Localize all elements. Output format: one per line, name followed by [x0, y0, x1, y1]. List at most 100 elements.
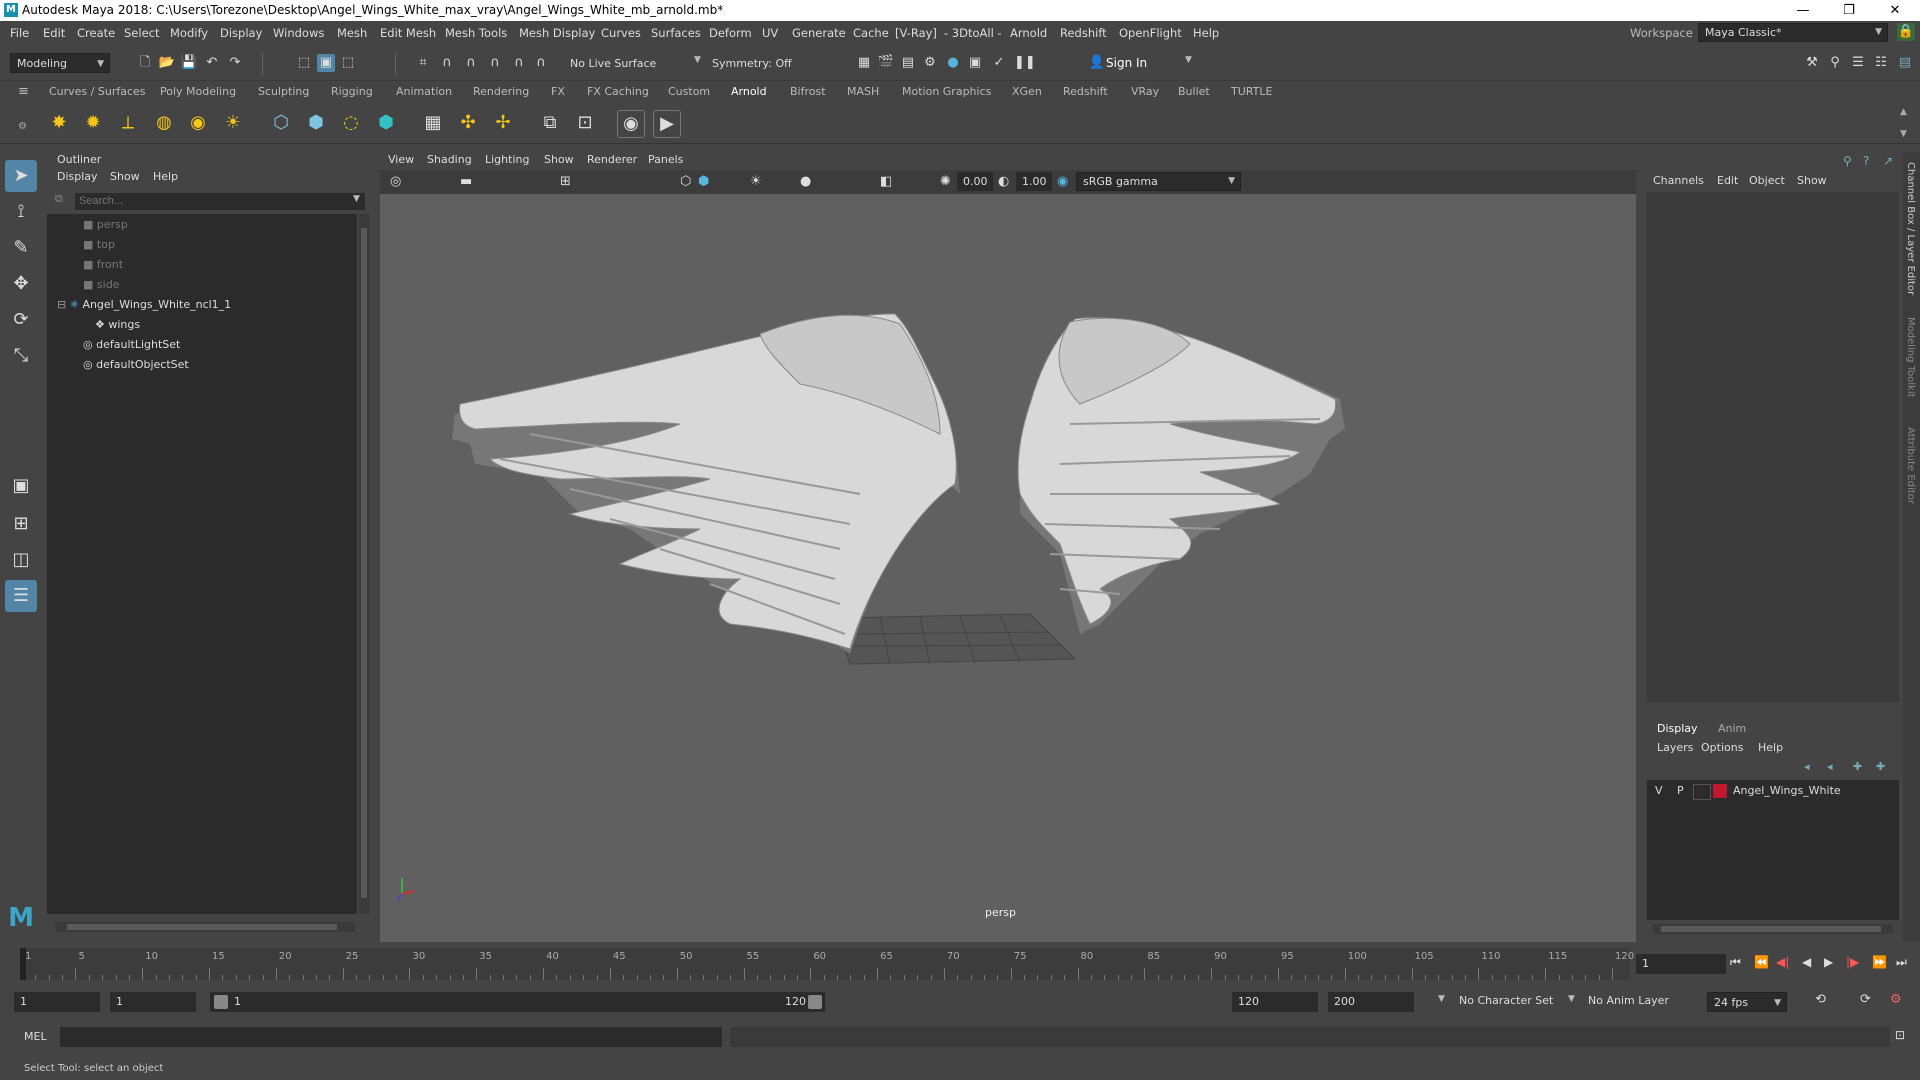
- physical-sky-icon[interactable]: ☀: [220, 110, 246, 136]
- move-layer-up-icon[interactable]: ◂: [1804, 760, 1810, 773]
- layer-tab-anim[interactable]: Anim: [1718, 722, 1746, 735]
- license-icon[interactable]: ⧉: [537, 110, 563, 136]
- grid-icon[interactable]: ⊞: [560, 174, 571, 189]
- viewport-menu-lighting[interactable]: Lighting: [485, 153, 529, 166]
- wings-mesh[interactable]: [452, 313, 1345, 654]
- new-layer-icon[interactable]: ✚: [1853, 760, 1862, 773]
- snap-grid-icon[interactable]: ⌗: [414, 54, 432, 72]
- minimize-button[interactable]: —: [1780, 0, 1826, 21]
- step-back-frame-icon[interactable]: ◀|: [1776, 955, 1789, 969]
- command-language-label[interactable]: MEL: [24, 1030, 47, 1043]
- side-tab-attribute-editor[interactable]: Attribute Editor: [1905, 427, 1916, 504]
- smooth-shade-icon[interactable]: ⬢: [698, 174, 709, 189]
- channel-box-icon[interactable]: ⚲: [1843, 154, 1852, 168]
- snap-surface-icon[interactable]: ∩: [486, 54, 504, 72]
- step-forward-key-icon[interactable]: ⏩: [1872, 955, 1887, 969]
- menu-curves[interactable]: Curves: [601, 26, 641, 40]
- gamma-icon[interactable]: ◐: [998, 174, 1009, 189]
- select-component-icon[interactable]: ⬚: [339, 54, 357, 72]
- paint-select-icon[interactable]: ✎: [5, 232, 37, 264]
- light-portal-icon[interactable]: ◉: [185, 110, 211, 136]
- start-time-field[interactable]: 1: [14, 992, 100, 1012]
- mesh-light-icon[interactable]: ✹: [80, 110, 106, 136]
- menu-vray[interactable]: [V-Ray]: [895, 26, 937, 40]
- tab-curves-surfaces[interactable]: Curves / Surfaces: [49, 85, 146, 98]
- play-backward-icon[interactable]: ◀: [1802, 955, 1811, 969]
- tab-arnold[interactable]: Arnold: [731, 85, 767, 98]
- scroll-up-icon[interactable]: ▲: [1900, 107, 1907, 117]
- menu-edit-mesh[interactable]: Edit Mesh: [380, 26, 436, 40]
- outliner-menu-display[interactable]: Display: [57, 170, 98, 183]
- arnold-render-icon[interactable]: ▣: [966, 54, 984, 72]
- menu-mesh[interactable]: Mesh: [337, 26, 367, 40]
- collapse-icon[interactable]: ⊟: [57, 298, 66, 311]
- layer-tab-display[interactable]: Display: [1657, 722, 1698, 735]
- current-frame-field[interactable]: 1: [1636, 954, 1726, 974]
- menu-openflight[interactable]: OpenFlight: [1119, 26, 1182, 40]
- human-ik-icon[interactable]: ⚲: [1826, 54, 1844, 72]
- color-space-dropdown[interactable]: sRGB gamma ▼: [1076, 172, 1241, 191]
- menu-edit[interactable]: Edit: [43, 26, 65, 40]
- layer-hscrollbar[interactable]: [1653, 924, 1893, 934]
- tool-settings-icon[interactable]: ☷: [1872, 54, 1890, 72]
- tab-poly-modeling[interactable]: Poly Modeling: [160, 85, 236, 98]
- close-button[interactable]: ✕: [1872, 0, 1918, 21]
- play-forward-icon[interactable]: ▶: [1824, 955, 1833, 969]
- ipr-render-icon[interactable]: ▤: [899, 54, 917, 72]
- standin-icon[interactable]: ⬡: [268, 110, 294, 136]
- chevron-down-icon[interactable]: ▼: [353, 194, 360, 204]
- layer-playback-toggle[interactable]: P: [1677, 784, 1684, 797]
- gamma-field[interactable]: 1.00: [1016, 172, 1052, 191]
- select-tool-icon[interactable]: ➤: [5, 160, 37, 192]
- save-scene-icon[interactable]: 💾: [180, 54, 198, 72]
- tab-turtle[interactable]: TURTLE: [1231, 85, 1272, 98]
- anim-prefs-icon[interactable]: ⚙: [1890, 992, 1902, 1007]
- viewport-menu-shading[interactable]: Shading: [427, 153, 472, 166]
- render-view-icon[interactable]: ▦: [855, 54, 873, 72]
- chevron-down-icon[interactable]: ▼: [694, 55, 701, 65]
- layer-name[interactable]: Angel_Wings_White: [1733, 784, 1841, 797]
- channel-box-area[interactable]: [1647, 192, 1899, 702]
- snap-view-icon[interactable]: ∩: [510, 54, 528, 72]
- menu-arnold[interactable]: Arnold: [1010, 26, 1047, 40]
- rotate-tool-icon[interactable]: ⟳: [5, 304, 37, 336]
- outliner-vscrollbar[interactable]: [359, 214, 369, 914]
- scroll-thumb[interactable]: [67, 924, 337, 930]
- move-tool-icon[interactable]: ✥: [5, 268, 37, 300]
- select-hierarchy-icon[interactable]: ⬚: [295, 54, 313, 72]
- layer-row[interactable]: V P Angel_Wings_White: [1647, 782, 1899, 800]
- lighting-icon[interactable]: ☀: [750, 174, 762, 189]
- render-settings-icon[interactable]: ⚙: [921, 54, 939, 72]
- channels-menu-object[interactable]: Object: [1749, 174, 1785, 187]
- isolate-select-icon[interactable]: ◧: [880, 174, 892, 189]
- menu-select[interactable]: Select: [124, 26, 159, 40]
- menu-set-dropdown[interactable]: Modeling ▼: [10, 53, 110, 73]
- outliner-item-front[interactable]: ■ front: [83, 256, 123, 274]
- character-set-label[interactable]: No Character Set: [1459, 994, 1553, 1007]
- tab-fx[interactable]: FX: [551, 85, 565, 98]
- live-surface-label[interactable]: No Live Surface: [570, 57, 656, 70]
- float-icon[interactable]: ↗: [1883, 154, 1893, 168]
- tab-animation[interactable]: Animation: [396, 85, 452, 98]
- snap-curve-icon[interactable]: ∩: [438, 54, 456, 72]
- outliner-item-persp[interactable]: ■ persp: [83, 216, 128, 234]
- workspace-dropdown[interactable]: Maya Classic* ▼: [1698, 23, 1888, 42]
- flush-cache-icon[interactable]: ▦: [420, 110, 446, 136]
- camera-attributes-icon[interactable]: ▬: [460, 174, 472, 189]
- exposure-field[interactable]: 0.00: [957, 172, 993, 191]
- lasso-tool-icon[interactable]: ⟟: [5, 196, 37, 228]
- scroll-thumb[interactable]: [361, 228, 367, 898]
- outliner-menu-show[interactable]: Show: [110, 170, 140, 183]
- menu-cache[interactable]: Cache: [853, 26, 889, 40]
- render-frame-icon[interactable]: 🎬: [877, 54, 895, 72]
- side-tab-channel-box[interactable]: Channel Box / Layer Editor: [1905, 162, 1916, 295]
- menu-windows[interactable]: Windows: [273, 26, 324, 40]
- volume-icon[interactable]: ◌: [338, 110, 364, 136]
- hypershade-icon[interactable]: ●: [944, 54, 962, 72]
- layer-menu-layers[interactable]: Layers: [1657, 741, 1693, 754]
- menu-mesh-display[interactable]: Mesh Display: [519, 26, 595, 40]
- help-icon[interactable]: ?: [1863, 154, 1869, 168]
- four-view-icon[interactable]: ⊞: [5, 508, 37, 540]
- layer-color-swatch[interactable]: [1713, 784, 1727, 798]
- layer-menu-options[interactable]: Options: [1701, 741, 1743, 754]
